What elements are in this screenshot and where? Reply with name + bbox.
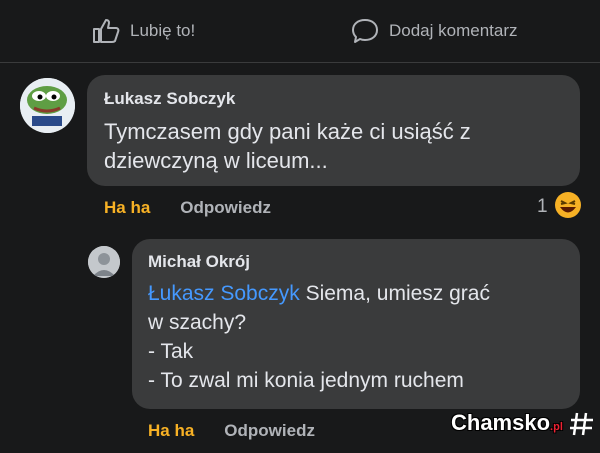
haha-reaction-button[interactable]: Ha ha: [104, 198, 150, 218]
watermark-suffix: .pl: [550, 421, 563, 433]
user-photo-avatar-icon: [88, 246, 120, 278]
reaction-count: 1: [537, 196, 548, 217]
add-comment-label: Dodaj komentarz: [389, 21, 518, 40]
like-label: Lubię to!: [130, 21, 196, 40]
divider: [0, 62, 600, 63]
add-comment-button[interactable]: Dodaj komentarz: [351, 18, 518, 44]
reply-button[interactable]: Odpowiedz: [224, 421, 315, 441]
laughing-emoji-icon[interactable]: [554, 191, 582, 219]
haha-reaction-button[interactable]: Ha ha: [148, 421, 194, 441]
watermark-brand: Chamsko: [451, 410, 551, 435]
post-action-bar: Lubię to! Dodaj komentarz: [0, 0, 600, 62]
comment-text: Tymczasem gdy pani każe ci usiąść z dzie…: [104, 119, 471, 173]
like-button[interactable]: Lubię to!: [92, 18, 195, 44]
comment-actions: Ha ha Odpowiedz: [104, 198, 271, 218]
comment-author[interactable]: Łukasz Sobczyk: [104, 89, 235, 109]
reply-bubble: Michał Okrój Łukasz Sobczyk Siema, umies…: [132, 239, 580, 409]
avatar[interactable]: [88, 246, 120, 278]
comment-bubble: Łukasz Sobczyk Tymczasem gdy pani każe c…: [87, 75, 580, 186]
reply-button[interactable]: Odpowiedz: [180, 198, 271, 218]
thumbs-up-icon: [93, 19, 120, 43]
avatar[interactable]: [20, 78, 75, 133]
reply-author[interactable]: Michał Okrój: [148, 252, 250, 272]
reply-actions: Ha ha Odpowiedz: [148, 421, 315, 441]
mention-link[interactable]: Łukasz Sobczyk: [148, 282, 300, 305]
pepe-frog-avatar-icon: [20, 78, 75, 133]
comment-bubble-icon: [352, 19, 378, 43]
site-watermark: Chamsko.pl: [451, 410, 595, 437]
reply-text: Łukasz Sobczyk Siema, umiesz grać w szac…: [148, 279, 490, 395]
hashtag-logo-icon: [570, 413, 594, 436]
